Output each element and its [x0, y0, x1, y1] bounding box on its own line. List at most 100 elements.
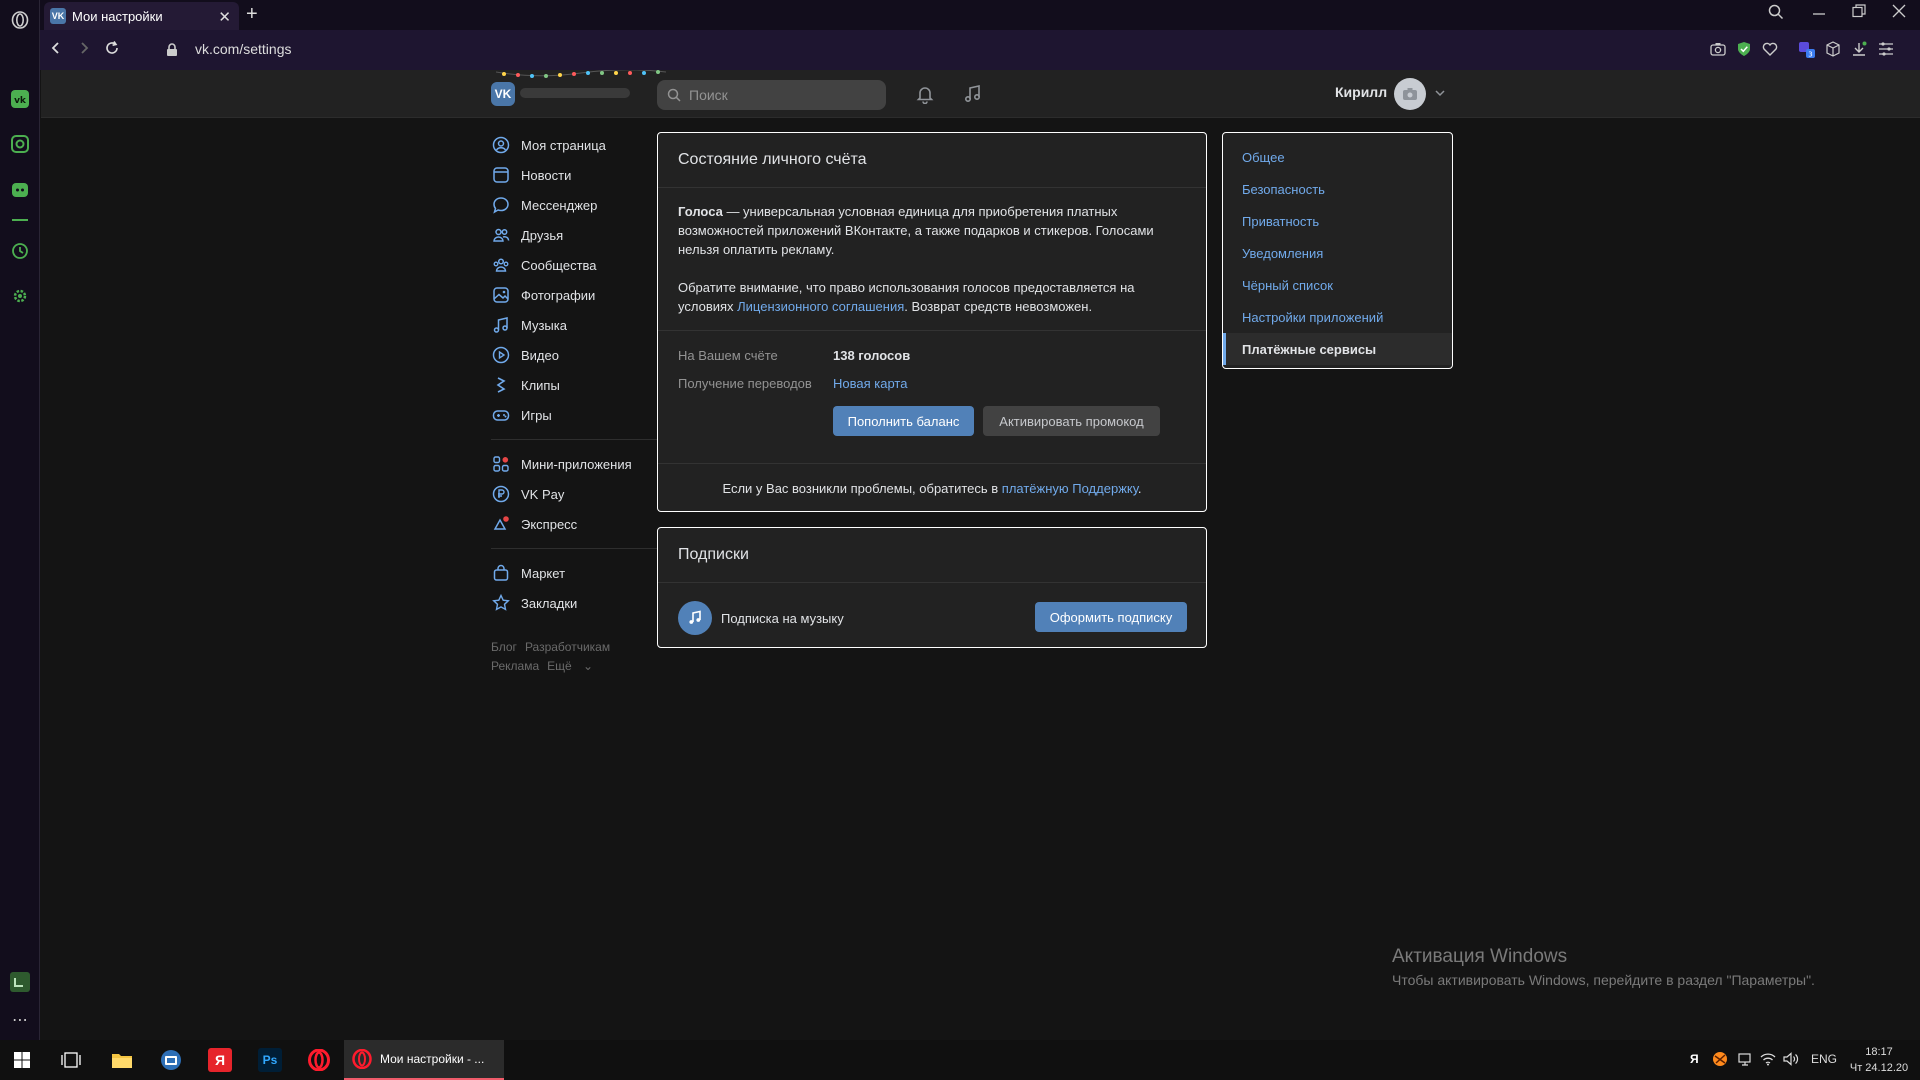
yandex-browser-icon[interactable]: Я — [208, 1048, 232, 1072]
heart-icon[interactable] — [1761, 40, 1779, 58]
adblock-shield-icon[interactable] — [1735, 40, 1753, 58]
menu-payment-services[interactable]: Платёжные сервисы — [1223, 333, 1452, 365]
nav-label: Друзья — [521, 227, 564, 243]
discord-sidebar-icon[interactable] — [8, 178, 32, 202]
language-indicator[interactable]: ENG — [1811, 1052, 1837, 1066]
opera-taskbar-icon[interactable] — [307, 1048, 331, 1072]
more-dots-icon[interactable]: ⋯ — [8, 1008, 32, 1032]
new-tab-button[interactable]: + — [246, 3, 258, 26]
search-input[interactable]: Поиск — [657, 80, 886, 110]
support-row: Если у Вас возникли проблемы, обратитесь… — [658, 464, 1206, 512]
payment-support-link[interactable]: платёжную Поддержку — [1002, 481, 1138, 496]
nav-label: Закладки — [521, 595, 578, 611]
photo-icon — [491, 285, 511, 305]
subscribe-button[interactable]: Оформить подписку — [1035, 602, 1187, 632]
user-icon — [491, 135, 511, 155]
votes-paragraph: Голоса — универсальная условная единица … — [678, 204, 1154, 257]
store-app-icon[interactable] — [159, 1048, 183, 1072]
network-monitor-icon[interactable] — [1738, 1052, 1754, 1069]
footer-more-link[interactable]: Ещё ⌄ — [547, 659, 593, 673]
menu-notifications[interactable]: Уведомления — [1223, 237, 1452, 269]
camera-snapshot-icon[interactable] — [1709, 40, 1727, 58]
nav-label: Видео — [521, 347, 559, 363]
vk-header: VK Поиск Кирилл — [41, 70, 1920, 118]
reload-button[interactable] — [104, 40, 120, 61]
apps-icon — [491, 454, 511, 474]
nav-label: VK Pay — [521, 486, 565, 502]
music-note-icon — [678, 601, 712, 635]
subscriptions-card: Подписки Подписка на музыку Оформить под… — [657, 527, 1207, 648]
nav-label: Новости — [521, 167, 572, 183]
close-window-icon[interactable] — [1892, 4, 1906, 23]
wifi-icon[interactable] — [1760, 1052, 1776, 1069]
nav-label: Моя страница — [521, 137, 606, 153]
music-subscription-label: Подписка на музыку — [721, 611, 844, 626]
clock-date: Чт 24.12.20 — [1849, 1062, 1909, 1074]
balance-label: На Вашем счёте — [678, 348, 778, 363]
windows-start-icon[interactable] — [10, 1048, 34, 1072]
extensions-badge-icon[interactable]: 3 — [1797, 40, 1815, 58]
footer-blog-link[interactable]: Блог — [491, 640, 517, 654]
search-placeholder: Поиск — [689, 87, 728, 103]
settings-gear-icon[interactable] — [8, 284, 32, 308]
footer-dev-link[interactable]: Разработчикам — [525, 640, 610, 654]
instagram-sidebar-icon[interactable] — [8, 132, 32, 156]
search-icon — [667, 88, 681, 102]
tab-title: Мои настройки — [72, 8, 163, 24]
address-bar: vk.com/settings 3 — [40, 30, 1920, 70]
menu-privacy[interactable]: Приватность — [1223, 205, 1452, 237]
history-icon[interactable] — [8, 239, 32, 263]
tab-vk-settings[interactable]: VK Мои настройки ✕ — [44, 2, 239, 30]
topup-balance-button[interactable]: Пополнить баланс — [833, 406, 974, 436]
yandex-tray-icon[interactable]: Я — [1690, 1052, 1699, 1066]
nav-label: Экспресс — [521, 516, 578, 532]
chevron-down-icon[interactable] — [1434, 86, 1454, 106]
box-icon[interactable] — [1824, 40, 1842, 58]
settings-menu: Общее Безопасность Приватность Уведомлен… — [1222, 132, 1453, 369]
opera-logo-icon[interactable] — [8, 8, 32, 32]
restore-icon[interactable] — [1852, 4, 1866, 23]
user-name[interactable]: Кирилл — [1335, 84, 1387, 100]
music-subscription-row: Подписка на музыку Оформить подписку — [658, 583, 1206, 649]
transfer-value-link[interactable]: Новая карта — [833, 374, 907, 393]
menu-general[interactable]: Общее — [1223, 141, 1452, 173]
file-explorer-icon[interactable] — [110, 1048, 134, 1072]
activate-promo-button[interactable]: Активировать промокод — [983, 406, 1160, 436]
volume-icon[interactable] — [1783, 1052, 1799, 1069]
minimize-icon[interactable] — [1812, 4, 1826, 25]
vk-logo-icon[interactable]: VK — [491, 82, 515, 106]
photoshop-icon[interactable]: Ps — [258, 1048, 282, 1072]
lock-icon[interactable] — [166, 41, 178, 62]
footer-ads-link[interactable]: Реклама — [491, 659, 539, 673]
tab-close-icon[interactable]: ✕ — [218, 8, 231, 26]
vk-sidebar-icon[interactable]: vk — [8, 87, 32, 111]
menu-app-settings[interactable]: Настройки приложений — [1223, 301, 1452, 333]
opera-sidebar: vk ⋯ — [0, 0, 40, 1040]
terminal-sidebar-icon[interactable] — [8, 970, 32, 994]
balance-card: Состояние личного счёта Голоса — универс… — [657, 132, 1207, 512]
taskbar-active-window[interactable]: Мои настройки - ... — [344, 1040, 504, 1080]
easy-setup-icon[interactable] — [1877, 40, 1895, 58]
url-text[interactable]: vk.com/settings — [195, 41, 291, 57]
menu-blacklist[interactable]: Чёрный список — [1223, 269, 1452, 301]
forward-button[interactable] — [76, 40, 92, 61]
music-player-icon[interactable] — [963, 84, 983, 104]
notifications-bell-icon[interactable] — [915, 84, 935, 105]
download-icon[interactable] — [1850, 40, 1868, 58]
clock-time: 18:17 — [1865, 1046, 1893, 1058]
search-tabs-icon[interactable] — [1768, 4, 1784, 25]
clock[interactable]: 18:17 Чт 24.12.20 — [1848, 1044, 1910, 1076]
vkpay-icon — [491, 484, 511, 504]
back-button[interactable] — [48, 40, 64, 61]
windows-activation-title: Активация Windows — [1392, 946, 1568, 967]
license-link[interactable]: Лицензионного соглашения — [737, 299, 904, 314]
task-view-icon[interactable] — [59, 1048, 83, 1072]
nav-label: Сообщества — [521, 257, 597, 273]
menu-security[interactable]: Безопасность — [1223, 173, 1452, 205]
taskbar-window-title: Мои настройки - ... — [380, 1052, 485, 1066]
avatar[interactable] — [1394, 78, 1426, 110]
nav-label: Музыка — [521, 317, 567, 333]
firefox-tray-icon[interactable] — [1712, 1051, 1728, 1070]
nav-label: Фотографии — [521, 287, 596, 303]
balance-description: Голоса — универсальная условная единица … — [658, 188, 1206, 331]
